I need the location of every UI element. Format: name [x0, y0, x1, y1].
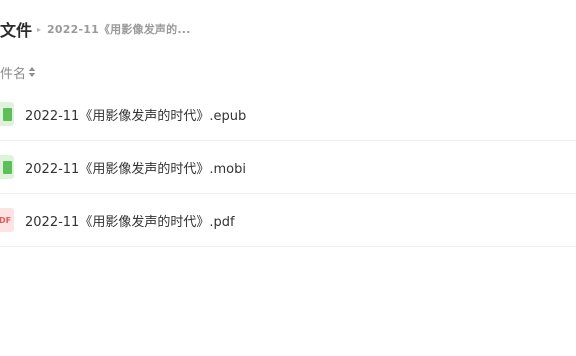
page-header: 文件 ▸ 2022-11《用影像发声的... [0, 16, 190, 42]
pdf-icon: DF [0, 208, 14, 232]
file-list: 2022-11《用影像发声的时代》.epub 2022-11《用影像发声的时代》… [0, 88, 576, 247]
book-icon [0, 102, 14, 126]
breadcrumb[interactable]: 2022-11《用影像发声的... [47, 21, 190, 37]
file-name[interactable]: 2022-11《用影像发声的时代》.pdf [25, 211, 235, 230]
file-name[interactable]: 2022-11《用影像发声的时代》.mobi [25, 158, 246, 177]
file-name[interactable]: 2022-11《用影像发声的时代》.epub [25, 105, 246, 124]
book-icon [0, 155, 14, 179]
sort-icon[interactable] [29, 67, 36, 77]
breadcrumb-separator-icon: ▸ [37, 24, 42, 34]
file-row[interactable]: 2022-11《用影像发声的时代》.mobi [0, 141, 576, 194]
page-title: 文件 [0, 21, 33, 40]
file-row[interactable]: DF 2022-11《用影像发声的时代》.pdf [0, 194, 576, 247]
column-header-name[interactable]: 件名 [0, 62, 36, 82]
file-row[interactable]: 2022-11《用影像发声的时代》.epub [0, 88, 576, 141]
column-header-label: 件名 [0, 66, 27, 82]
